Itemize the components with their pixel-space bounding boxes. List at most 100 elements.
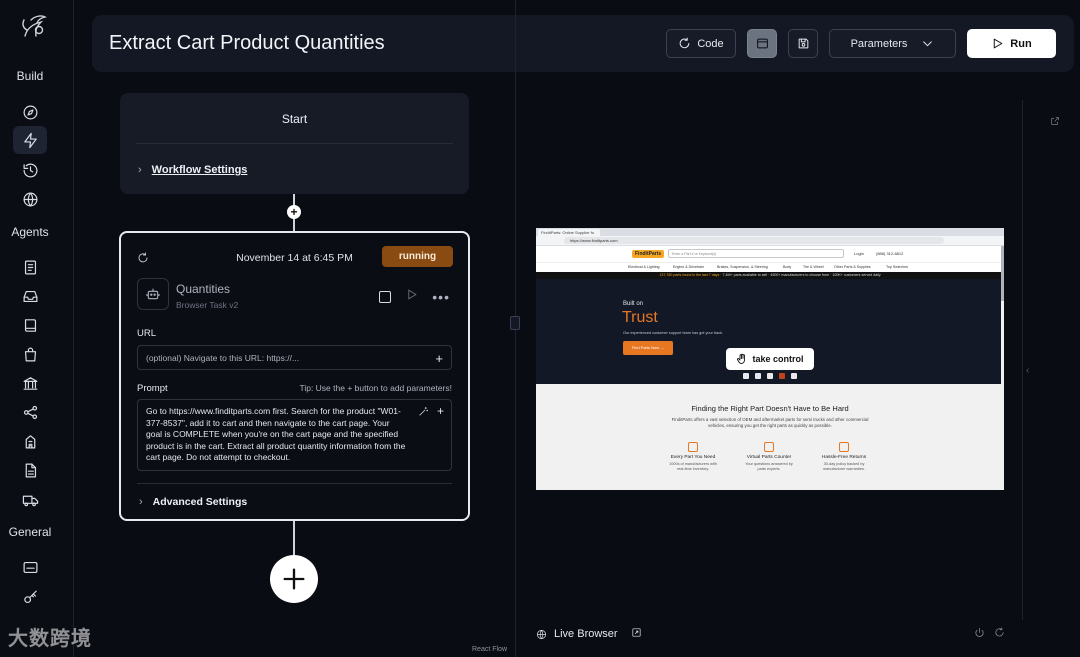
chevron-right-icon: › [138, 164, 142, 176]
resize-handle[interactable] [510, 316, 520, 330]
feature-name: Every Part You Need [670, 455, 716, 460]
react-flow-attribution[interactable]: React Flow [472, 646, 507, 653]
feature-name: Virtual Parts Counter [746, 455, 792, 460]
browser-task-node[interactable]: November 14 at 6:45 PM running Quantitie… [119, 231, 470, 521]
share-nodes-icon[interactable] [13, 398, 47, 426]
page-title: Extract Cart Product Quantities [109, 32, 385, 54]
open-link-icon[interactable] [631, 627, 642, 641]
feature-item: Virtual Parts Counter Your questions ans… [729, 442, 809, 472]
start-node-title: Start [281, 112, 308, 126]
workflow-header: Extract Cart Product Quantities Code Par… [92, 15, 1074, 72]
browser-address-bar: https://www.finditparts.com [536, 236, 1004, 246]
run-button[interactable]: Run [967, 29, 1056, 58]
promo-text: 7.4M+ parts available to sell [722, 273, 768, 277]
layout-icon [756, 38, 768, 49]
play-icon[interactable] [405, 288, 418, 306]
browser-controls [974, 627, 1005, 638]
refresh-icon[interactable] [994, 627, 1005, 638]
prompt-textarea[interactable]: Go to https://www.finditparts.com first.… [137, 399, 452, 471]
advanced-settings-toggle[interactable]: › Advanced Settings [139, 496, 247, 508]
add-node-button[interactable] [270, 555, 318, 603]
parameters-dropdown[interactable]: Parameters [829, 29, 956, 58]
workflow-settings-label: Workflow Settings [151, 164, 248, 176]
more-options-icon[interactable]: ••• [432, 290, 450, 304]
globe-icon[interactable] [13, 185, 47, 213]
inbox-icon[interactable] [13, 282, 47, 310]
site-nav-item: Tire & Wheel [803, 265, 824, 269]
add-parameter-icon[interactable]: + [437, 405, 444, 418]
feature-item: Every Part You Need 1000s of manufacture… [653, 442, 733, 472]
site-nav-item: Top Searches [886, 265, 908, 269]
magic-wand-icon[interactable] [418, 406, 429, 417]
dragon-logo-icon[interactable] [17, 10, 51, 44]
save-button[interactable] [788, 29, 818, 58]
file-text-icon[interactable] [13, 456, 47, 484]
carousel-dot [755, 373, 761, 379]
task-type: Browser Task v2 [176, 300, 239, 310]
external-link-icon[interactable] [1050, 113, 1060, 131]
layout-toggle-button[interactable] [747, 29, 777, 58]
save-icon [798, 38, 808, 49]
code-button[interactable]: Code [666, 29, 736, 58]
sidebar-heading-general: General [8, 525, 52, 539]
take-control-button[interactable]: take control [726, 348, 814, 370]
divider [137, 483, 452, 484]
section-subtitle: FinditParts offers a vast selection of O… [671, 417, 869, 428]
play-icon [994, 38, 1003, 49]
advanced-settings-label: Advanced Settings [152, 496, 248, 508]
workflow-settings-toggle[interactable]: › Workflow Settings [138, 164, 247, 176]
start-node[interactable]: Start › Workflow Settings [120, 93, 469, 194]
site-header: FinditParts Enter a Part # or Keyword(s)… [536, 246, 1004, 262]
book-icon[interactable] [13, 311, 47, 339]
hero-tagline: Our experienced customer support team ha… [623, 331, 724, 335]
url-input[interactable]: (optional) Navigate to this URL: https:/… [137, 345, 452, 370]
carousel-dots [743, 373, 797, 379]
keyboard-icon[interactable] [13, 553, 47, 581]
live-browser-view[interactable]: FinditParts: Online Supplier fo https://… [536, 228, 1004, 490]
power-icon[interactable] [974, 627, 985, 638]
returns-icon [839, 442, 849, 452]
history-icon[interactable] [13, 156, 47, 184]
key-icon[interactable] [13, 583, 47, 611]
site-promo-bar: 137,780 parts found in the last 7 days ·… [536, 272, 1004, 279]
add-node-small-button[interactable]: + [287, 205, 301, 219]
sidebar-heading-agents: Agents [11, 225, 49, 239]
browser-scrollbar [1001, 246, 1004, 301]
site-nav-item: Body [783, 265, 792, 269]
bank-icon[interactable] [13, 369, 47, 397]
status-badge: running [382, 246, 453, 267]
carousel-dot [743, 373, 749, 379]
prompt-text: Go to https://www.finditparts.com first.… [146, 406, 406, 463]
compass-icon[interactable] [13, 98, 47, 126]
shopping-bag-icon[interactable] [13, 340, 47, 368]
robot-icon [137, 278, 169, 310]
refresh-icon [680, 37, 690, 49]
document-list-icon[interactable] [13, 253, 47, 281]
feature-name: Hassle-Free Returns [821, 455, 867, 460]
promo-text: 4900+ manufacturers to choose from [770, 273, 830, 277]
hero-heading: Trust [622, 309, 658, 326]
watermark: 大数跨境 [8, 628, 92, 650]
prompt-label: Prompt [137, 383, 168, 394]
site-logo: FinditParts [632, 250, 665, 258]
feature-desc: 30-day policy backed by manufacturer war… [823, 462, 865, 471]
promo-text: 100K+ customers served daily [832, 273, 881, 277]
chat-icon [764, 442, 774, 452]
stop-icon[interactable] [379, 291, 392, 303]
hero-small-text: Built on [623, 301, 644, 307]
live-browser-text: Live Browser [554, 628, 618, 640]
building-icon[interactable] [13, 427, 47, 455]
add-parameter-icon[interactable]: + [435, 351, 443, 366]
site-phone: (888) 312-8812 [876, 251, 904, 256]
site-nav-item: Electrical & Lighting [628, 265, 660, 269]
lightning-icon[interactable] [13, 126, 47, 154]
site-nav-item: Brakes, Suspension, & Steering [717, 265, 768, 269]
feature-desc: 1000s of manufacturers with real-time in… [669, 462, 717, 471]
live-browser-label: Live Browser [536, 627, 642, 641]
parts-icon [688, 442, 698, 452]
globe-icon [537, 629, 546, 639]
truck-icon[interactable] [13, 486, 47, 514]
feature-desc: Your questions answered by parts experts… [745, 462, 793, 471]
chevron-left-icon[interactable]: ‹ [1026, 365, 1029, 376]
site-nav-item: Other Parts & Supplies [834, 265, 871, 269]
